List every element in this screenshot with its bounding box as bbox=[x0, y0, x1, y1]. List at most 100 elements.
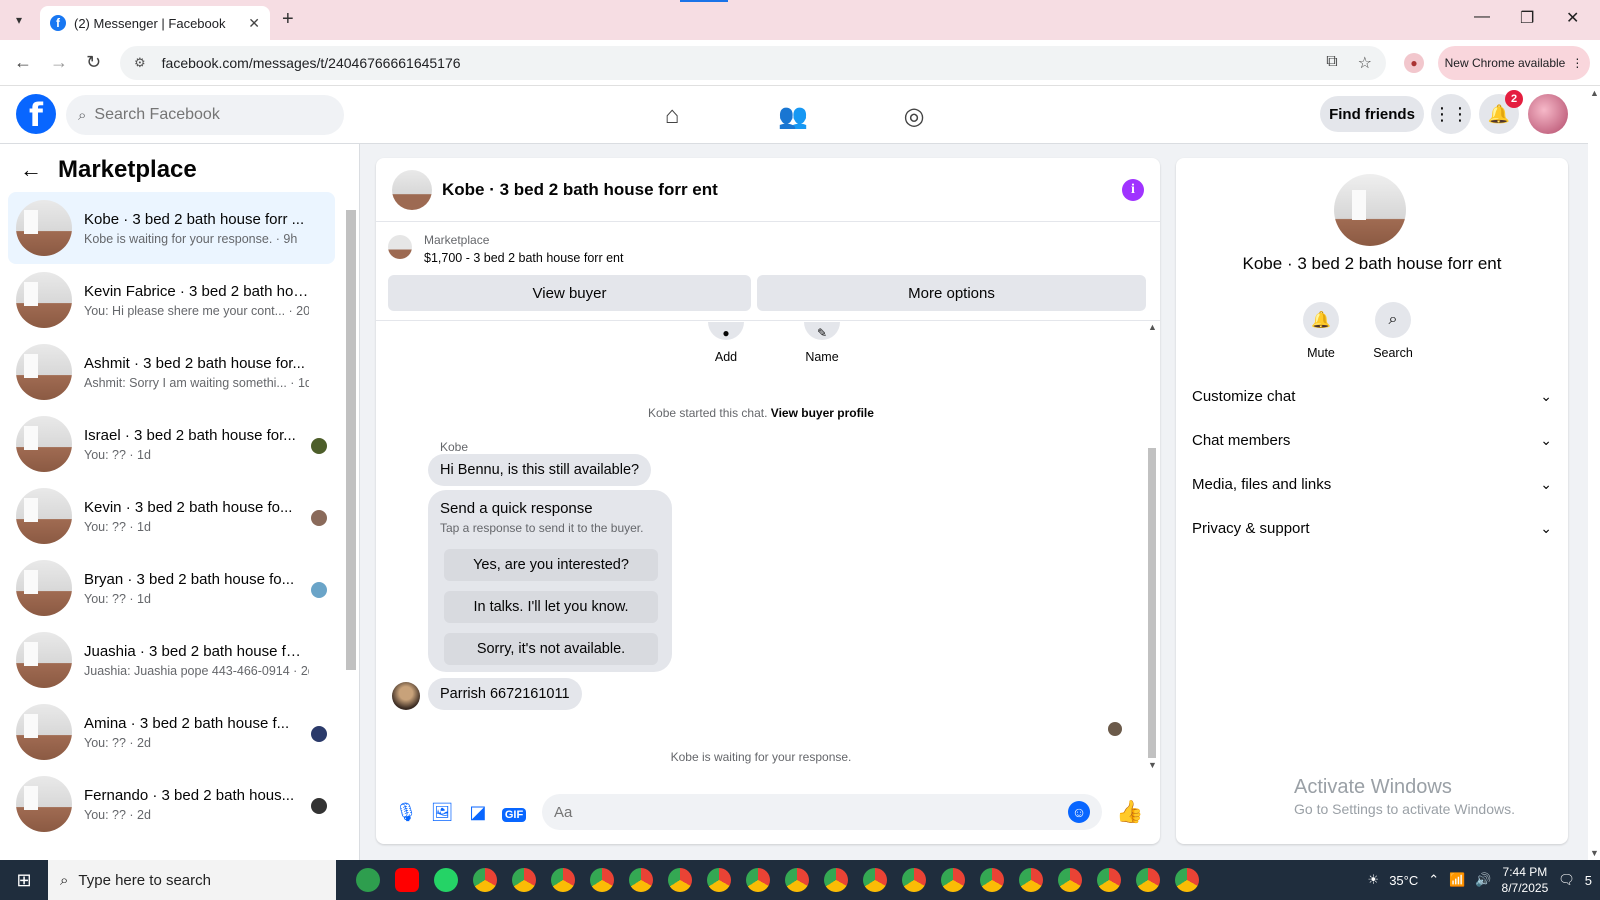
network-icon[interactable]: 📶 bbox=[1449, 872, 1465, 888]
browser-tab[interactable]: f (2) Messenger | Facebook ✕ bbox=[40, 6, 270, 40]
home-icon[interactable]: ⌂ bbox=[654, 98, 690, 134]
sticker-icon[interactable]: ◪ bbox=[460, 802, 496, 823]
restore-icon[interactable]: ❐ bbox=[1520, 8, 1534, 28]
sender-avatar[interactable] bbox=[392, 682, 420, 710]
scroll-down-icon[interactable]: ▼ bbox=[1148, 760, 1157, 770]
action-center-icon[interactable]: 🗨 bbox=[1558, 872, 1575, 888]
mute-action[interactable]: 🔔 Mute bbox=[1291, 302, 1351, 360]
conversation-item[interactable]: Amina · 3 bed 2 bath house f... You: ?? ·… bbox=[8, 696, 335, 768]
chat-title[interactable]: Kobe · 3 bed 2 bath house forr ent bbox=[442, 180, 1112, 200]
chrome-icon[interactable] bbox=[933, 860, 972, 900]
groups-icon[interactable]: ◎ bbox=[896, 98, 932, 134]
chrome-icon[interactable] bbox=[855, 860, 894, 900]
conversation-item[interactable]: Juashia · 3 bed 2 bath house for... Juash… bbox=[8, 624, 335, 696]
new-tab-icon[interactable]: + bbox=[282, 8, 294, 31]
chrome-icon[interactable] bbox=[738, 860, 777, 900]
conversation-item[interactable]: Fernando · 3 bed 2 bath hous... You: ?? ·… bbox=[8, 768, 335, 840]
chrome-icon[interactable] bbox=[465, 860, 504, 900]
chrome-icon[interactable] bbox=[1011, 860, 1050, 900]
thumbs-up-icon[interactable]: 👍 bbox=[1116, 799, 1143, 825]
listing-thumbnail[interactable] bbox=[388, 235, 412, 259]
tab-search-icon[interactable]: ▾ bbox=[8, 9, 30, 31]
chrome-icon[interactable] bbox=[582, 860, 621, 900]
page-scroll-down-icon[interactable]: ▼ bbox=[1590, 848, 1599, 858]
tray-chevron-icon[interactable]: ⌃ bbox=[1428, 872, 1439, 888]
photo-icon[interactable]: 🖼 bbox=[424, 802, 460, 823]
message-bubble[interactable]: Hi Bennu, is this still available? bbox=[428, 454, 652, 486]
tab-close-icon[interactable]: ✕ bbox=[248, 15, 260, 32]
add-action[interactable]: ● Add bbox=[696, 322, 756, 364]
chat-avatar[interactable] bbox=[392, 169, 432, 210]
chrome-icon[interactable] bbox=[1050, 860, 1089, 900]
quick-response-option[interactable]: In talks. I'll let you know. bbox=[444, 591, 658, 623]
weather-icon[interactable]: ☀ bbox=[1368, 872, 1380, 888]
taskbar-search[interactable]: ⌕ Type here to search bbox=[48, 860, 336, 900]
search-action[interactable]: ⌕ Search bbox=[1363, 302, 1423, 360]
reload-icon[interactable]: ↻ bbox=[86, 52, 101, 73]
install-app-icon[interactable]: ⧉ bbox=[1326, 53, 1337, 73]
forward-icon[interactable]: → bbox=[50, 52, 68, 73]
message-bubble[interactable]: Parrish 6672161011 bbox=[428, 678, 582, 710]
name-action[interactable]: ✎ Name bbox=[792, 322, 852, 364]
chrome-icon[interactable] bbox=[504, 860, 543, 900]
chrome-icon[interactable] bbox=[621, 860, 660, 900]
section-customize-chat[interactable]: Customize chat ⌄ bbox=[1192, 374, 1552, 418]
friends-icon[interactable]: 👥 bbox=[775, 98, 811, 134]
whatsapp-icon[interactable] bbox=[426, 860, 465, 900]
conversation-item[interactable]: Kobe · 3 bed 2 bath house forr ... Kobe i… bbox=[8, 192, 335, 264]
sidebar-scrollbar[interactable] bbox=[346, 196, 356, 844]
facebook-search-input[interactable] bbox=[94, 106, 315, 124]
chrome-icon[interactable] bbox=[699, 860, 738, 900]
conversation-item[interactable]: Kevin Fabrice · 3 bed 2 bath hou... You: … bbox=[8, 264, 335, 336]
bookmark-star-icon[interactable]: ☆ bbox=[1358, 53, 1372, 73]
back-icon[interactable]: ← bbox=[14, 52, 32, 73]
volume-icon[interactable]: 🔊 bbox=[1475, 872, 1491, 888]
window-close-icon[interactable]: ✕ bbox=[1566, 8, 1579, 28]
back-arrow-icon[interactable]: ← bbox=[20, 157, 42, 183]
find-friends-button[interactable]: Find friends bbox=[1320, 96, 1424, 132]
address-bar[interactable]: ⚙ facebook.com/messages/t/24046766661645… bbox=[120, 46, 1386, 80]
page-scrollbar[interactable]: ▲ ▼ bbox=[1588, 86, 1600, 860]
chrome-icon[interactable] bbox=[1128, 860, 1167, 900]
section-chat-members[interactable]: Chat members ⌄ bbox=[1192, 418, 1552, 462]
windows-start-icon[interactable]: ⊞ bbox=[0, 860, 48, 900]
chrome-icon[interactable] bbox=[543, 860, 582, 900]
chat-scroll-thumb[interactable] bbox=[1148, 448, 1156, 758]
view-buyer-profile-link[interactable]: View buyer profile bbox=[771, 406, 874, 420]
info-icon[interactable]: i bbox=[1122, 178, 1144, 201]
facebook-search[interactable]: ⌕ bbox=[66, 95, 344, 135]
conversation-item[interactable]: Bryan · 3 bed 2 bath house fo... You: ?? … bbox=[8, 552, 335, 624]
minimize-icon[interactable]: — bbox=[1474, 8, 1490, 26]
chrome-icon[interactable] bbox=[1089, 860, 1128, 900]
more-options-button[interactable]: More options bbox=[757, 275, 1146, 311]
chrome-icon[interactable] bbox=[660, 860, 699, 900]
account-avatar[interactable] bbox=[1528, 94, 1568, 134]
chrome-icon[interactable] bbox=[972, 860, 1011, 900]
message-input[interactable] bbox=[554, 803, 1068, 821]
emoji-icon[interactable]: ☺ bbox=[1068, 801, 1090, 823]
conversation-item[interactable]: Ashmit · 3 bed 2 bath house for... Ashmit… bbox=[8, 336, 335, 408]
gif-icon[interactable]: GIF bbox=[496, 802, 532, 823]
site-info-icon[interactable]: ⚙ bbox=[134, 55, 146, 71]
temperature[interactable]: 35°C bbox=[1389, 873, 1418, 888]
sidebar-scroll-thumb[interactable] bbox=[346, 210, 356, 670]
chrome-profile-icon[interactable]: ● bbox=[1404, 53, 1424, 73]
chat-scrollbar[interactable]: ▲ ▼ bbox=[1146, 322, 1158, 772]
chrome-menu-icon[interactable]: ⋮ bbox=[1571, 56, 1583, 70]
facebook-logo-icon[interactable]: f bbox=[16, 94, 56, 134]
taskbar-clock[interactable]: 7:44 PM 8/7/2025 bbox=[1502, 864, 1549, 896]
info-avatar[interactable] bbox=[1334, 174, 1406, 246]
view-buyer-button[interactable]: View buyer bbox=[388, 275, 751, 311]
youtube-icon[interactable] bbox=[387, 860, 426, 900]
conversation-item[interactable]: Israel · 3 bed 2 bath house for... You: ?… bbox=[8, 408, 335, 480]
new-chrome-available-button[interactable]: New Chrome available ⋮ bbox=[1438, 46, 1590, 80]
microphone-icon[interactable]: 🎙 bbox=[388, 802, 424, 823]
page-scroll-up-icon[interactable]: ▲ bbox=[1590, 88, 1599, 98]
chrome-icon[interactable] bbox=[1167, 860, 1206, 900]
section-privacy-support[interactable]: Privacy & support ⌄ bbox=[1192, 506, 1552, 550]
chrome-icon[interactable] bbox=[816, 860, 855, 900]
conversation-item[interactable]: Kevin · 3 bed 2 bath house fo... You: ?? … bbox=[8, 480, 335, 552]
scroll-up-icon[interactable]: ▲ bbox=[1148, 322, 1157, 332]
section-media-files-links[interactable]: Media, files and links ⌄ bbox=[1192, 462, 1552, 506]
chrome-icon[interactable] bbox=[777, 860, 816, 900]
